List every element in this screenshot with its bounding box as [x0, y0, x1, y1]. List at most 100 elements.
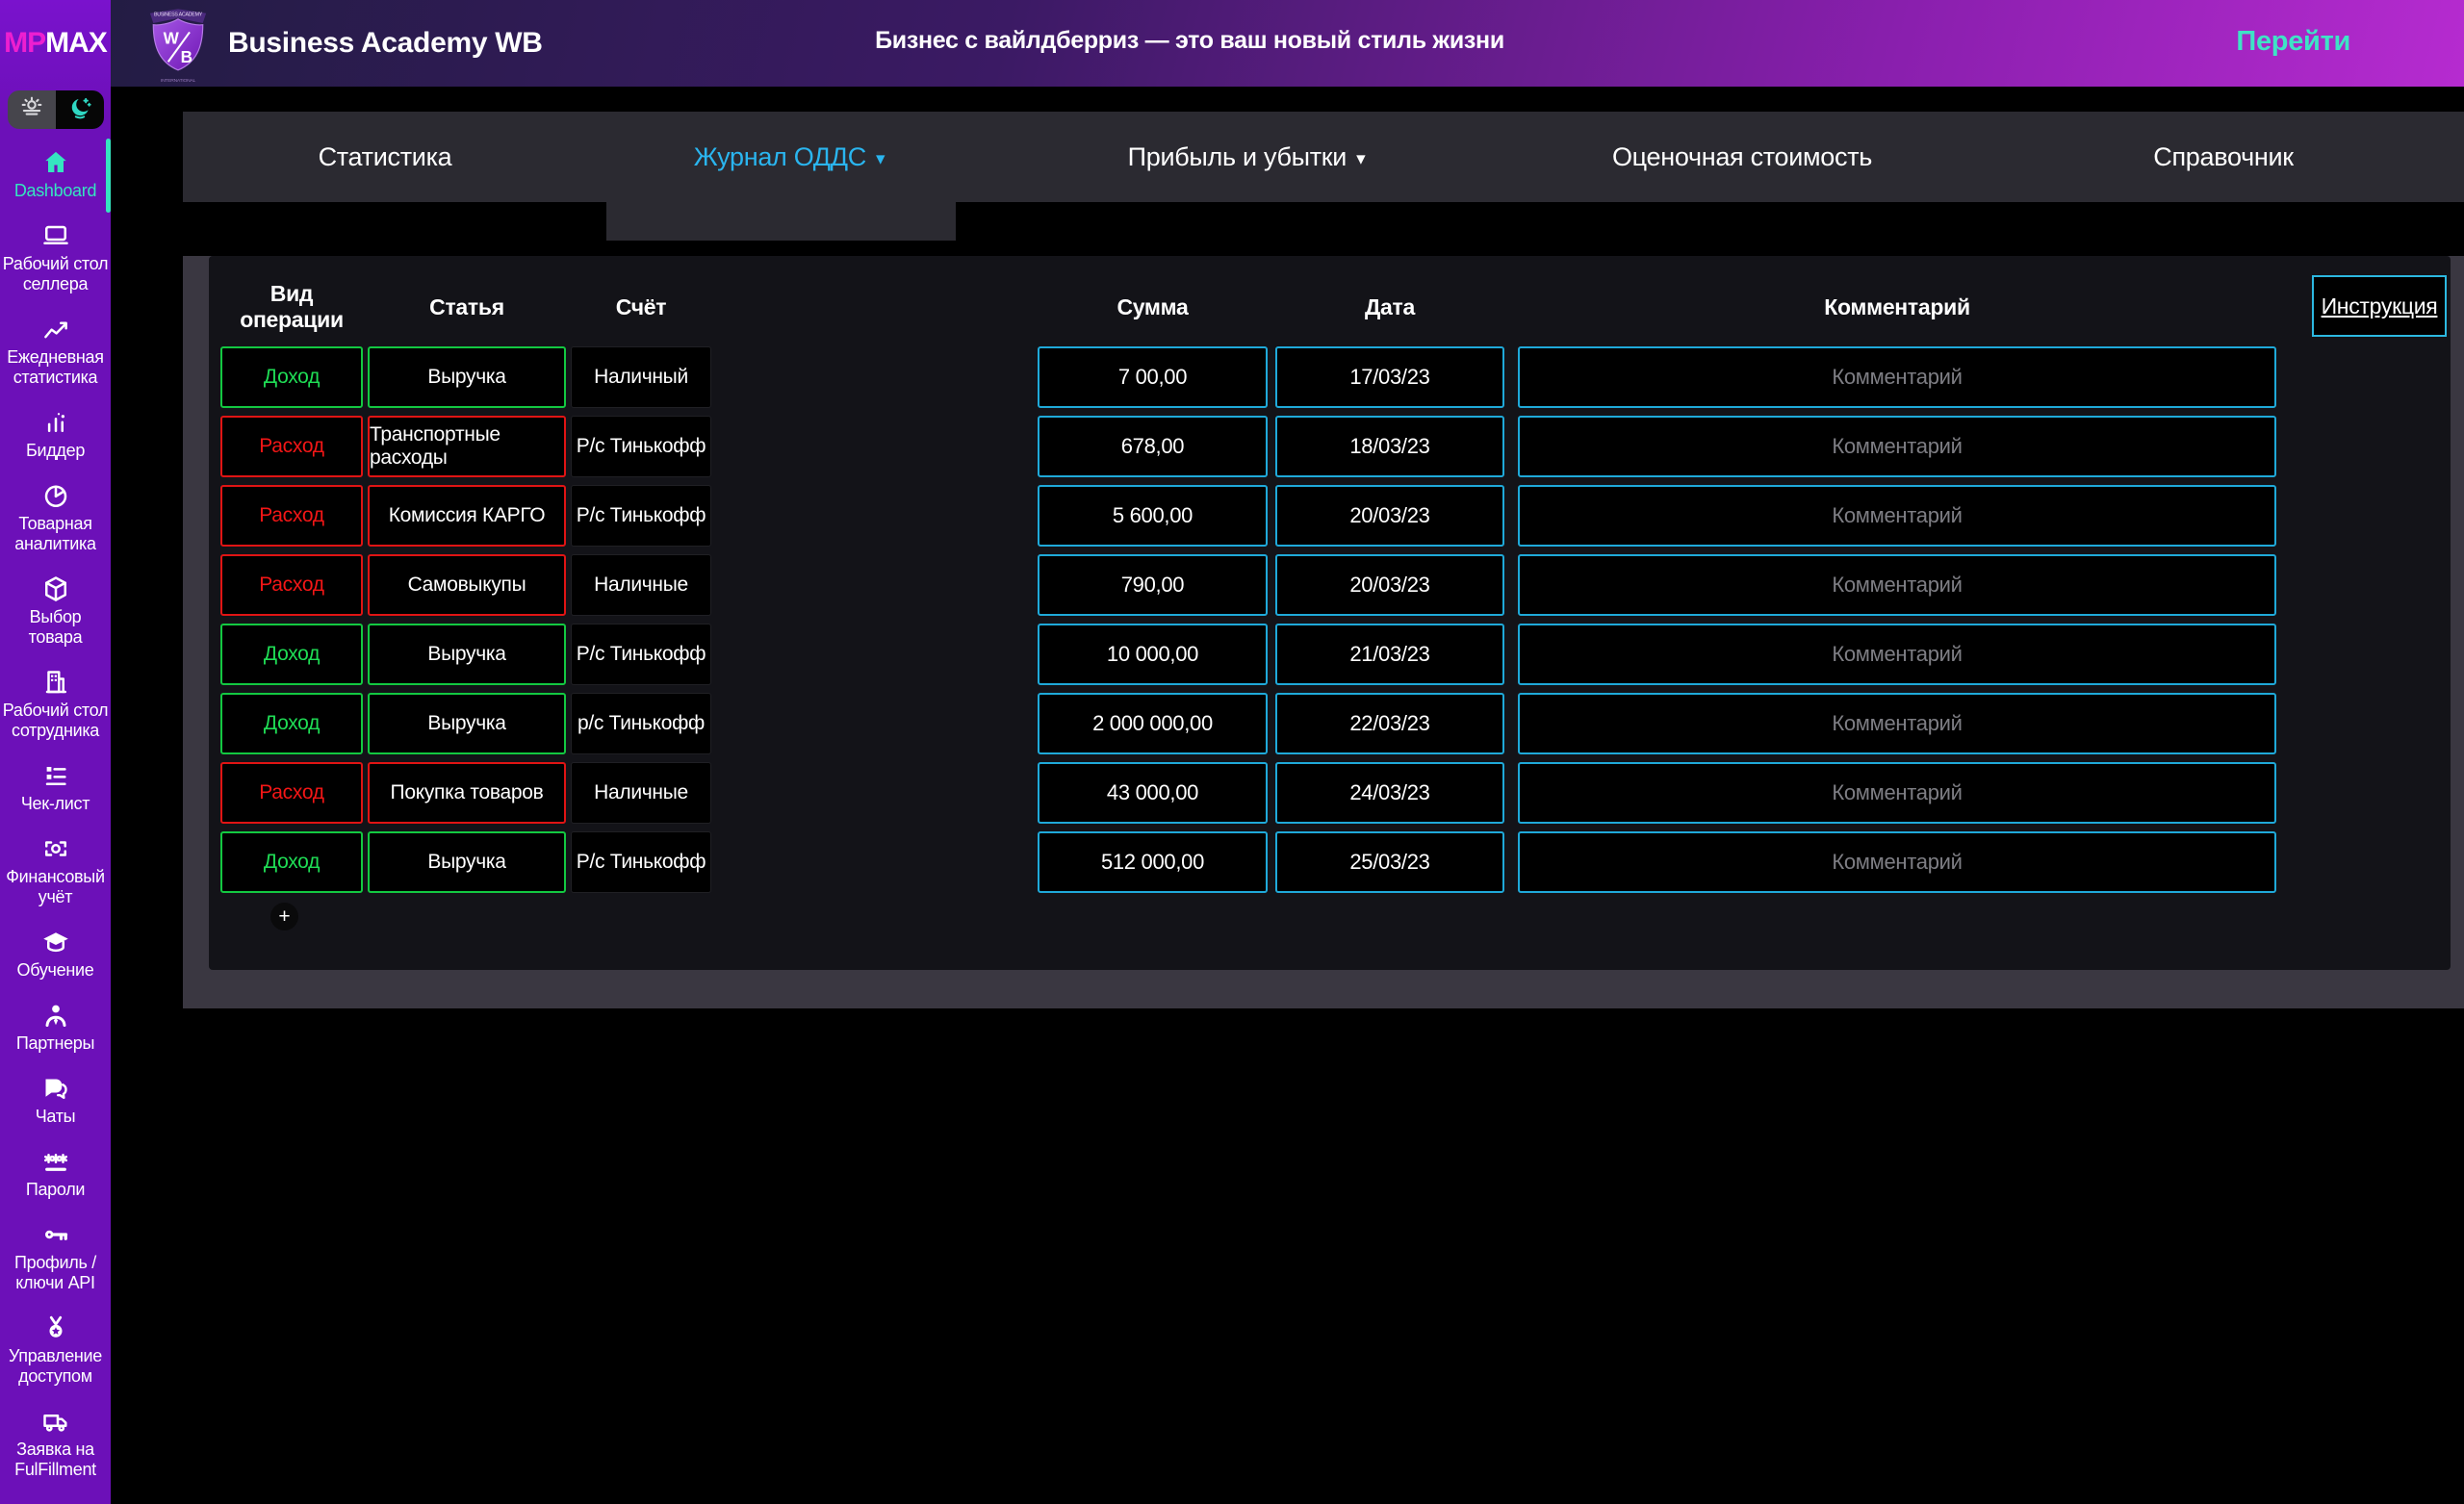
operation-type-cell[interactable]: Доход [220, 346, 363, 408]
operation-type-cell[interactable]: Расход [220, 762, 363, 824]
sidebar-item-label: Ежедневная статистика [2, 347, 110, 388]
operation-type-cell[interactable]: Доход [220, 624, 363, 685]
sidebar-item-product-selection[interactable]: Выбор товара [0, 574, 111, 648]
sum-cell[interactable]: 790,00 [1038, 554, 1268, 616]
account-cell[interactable]: Наличные [571, 554, 711, 616]
checklist-icon [41, 761, 70, 790]
article-cell[interactable]: Комиссия КАРГО [368, 485, 566, 547]
account-cell[interactable]: Р/с Тинькофф [571, 831, 711, 893]
column-header-date: Дата [1275, 294, 1504, 320]
article-cell[interactable]: Самовыкупы [368, 554, 566, 616]
sum-cell[interactable]: 43 000,00 [1038, 762, 1268, 824]
light-theme-button[interactable] [8, 90, 56, 129]
date-cell[interactable]: 21/03/23 [1275, 624, 1504, 685]
date-cell[interactable]: 24/03/23 [1275, 762, 1504, 824]
sidebar-item-dashboard[interactable]: Dashboard [0, 148, 111, 201]
operation-type-cell[interactable]: Расход [220, 485, 363, 547]
header-slogan: Бизнес с вайлдберриз — это ваш новый сти… [757, 27, 1623, 55]
sidebar-item-access-control[interactable]: Управление доступом [0, 1313, 111, 1387]
column-header-comment: Комментарий [1518, 294, 2276, 320]
dark-theme-button[interactable] [56, 90, 104, 129]
add-row-button[interactable]: + [270, 903, 298, 930]
app-title: Business Academy WB [228, 27, 543, 60]
shield-w-letter: W [164, 28, 180, 47]
sidebar-nav: Dashboard Рабочий стол селлера Ежедневная … [0, 142, 111, 1480]
sidebar-item-checklist[interactable]: Чек-лист [0, 761, 111, 814]
sidebar-item-chats[interactable]: Чаты [0, 1074, 111, 1127]
sidebar-item-passwords[interactable]: Пароли [0, 1147, 111, 1200]
article-cell[interactable]: Покупка товаров [368, 762, 566, 824]
operation-type-cell[interactable]: Доход [220, 693, 363, 754]
comment-input[interactable] [1539, 849, 2255, 876]
sun-icon [18, 94, 45, 126]
table-row: РасходТранспортные расходыР/с Тинькофф 67… [220, 416, 2451, 477]
operation-type-cell[interactable]: Доход [220, 831, 363, 893]
comment-input[interactable] [1539, 641, 2255, 668]
article-cell[interactable]: Выручка [368, 346, 566, 408]
comment-input[interactable] [1539, 364, 2255, 391]
comment-input[interactable] [1539, 502, 2255, 529]
account-cell[interactable]: Наличные [571, 762, 711, 824]
sidebar-item-employee-desk[interactable]: Рабочий стол сотрудника [0, 668, 111, 741]
date-cell[interactable]: 22/03/23 [1275, 693, 1504, 754]
comment-cell[interactable] [1518, 554, 2276, 616]
sidebar-item-partners[interactable]: Партнеры [0, 1001, 111, 1054]
tab-valuation[interactable]: Оценочная стоимость [1502, 112, 1983, 202]
comment-cell[interactable] [1518, 624, 2276, 685]
account-cell[interactable]: Наличный [571, 346, 711, 408]
sidebar-item-finance[interactable]: Финансовый учёт [0, 834, 111, 907]
tab-profit-loss[interactable]: Прибыль и убытки▾ [991, 112, 1502, 202]
sum-cell[interactable]: 5 600,00 [1038, 485, 1268, 547]
operation-type-cell[interactable]: Расход [220, 554, 363, 616]
sidebar-item-seller-desk[interactable]: Рабочий стол селлера [0, 221, 111, 294]
sidebar-item-profile-api[interactable]: Профиль / ключи API [0, 1220, 111, 1293]
tab-label: Журнал ОДДС [694, 142, 866, 172]
line-chart-icon [41, 315, 70, 344]
sidebar: MPMAX DashboardРабочий стол селлераЕжедн… [0, 0, 111, 1504]
sidebar-item-education[interactable]: Обучение [0, 928, 111, 981]
sum-cell[interactable]: 512 000,00 [1038, 831, 1268, 893]
sum-cell[interactable]: 7 00,00 [1038, 346, 1268, 408]
date-cell[interactable]: 20/03/23 [1275, 554, 1504, 616]
password-icon [41, 1147, 70, 1176]
date-cell[interactable]: 17/03/23 [1275, 346, 1504, 408]
comment-cell[interactable] [1518, 693, 2276, 754]
tab-statistics[interactable]: Статистика [183, 112, 587, 202]
account-cell[interactable]: Р/с Тинькофф [571, 624, 711, 685]
tab-odds-journal[interactable]: Журнал ОДДС▾ [587, 112, 991, 202]
comment-cell[interactable] [1518, 416, 2276, 477]
comment-cell[interactable] [1518, 831, 2276, 893]
account-cell[interactable]: Р/с Тинькофф [571, 485, 711, 547]
operation-type-cell[interactable]: Расход [220, 416, 363, 477]
sidebar-item-product-analytics[interactable]: Товарная аналитика [0, 481, 111, 554]
article-cell[interactable]: Выручка [368, 831, 566, 893]
building-icon [41, 668, 70, 697]
comment-input[interactable] [1539, 779, 2255, 806]
comment-input[interactable] [1539, 710, 2255, 737]
graduation-icon [41, 928, 70, 956]
article-cell[interactable]: Транспортные расходы [368, 416, 566, 477]
account-cell[interactable]: Р/с Тинькофф [571, 416, 711, 477]
date-cell[interactable]: 18/03/23 [1275, 416, 1504, 477]
sidebar-item-bidder[interactable]: Биддер [0, 408, 111, 461]
article-cell[interactable]: Выручка [368, 624, 566, 685]
go-button[interactable]: Перейти [2230, 25, 2356, 59]
comment-input[interactable] [1539, 572, 2255, 599]
sum-cell[interactable]: 678,00 [1038, 416, 1268, 477]
sum-cell[interactable]: 2 000 000,00 [1038, 693, 1268, 754]
instruction-button[interactable]: Инструкция [2312, 275, 2447, 337]
comment-input[interactable] [1539, 433, 2255, 460]
tab-reference[interactable]: Справочник [1983, 112, 2464, 202]
sum-cell[interactable]: 10 000,00 [1038, 624, 1268, 685]
article-cell[interactable]: Выручка [368, 693, 566, 754]
date-cell[interactable]: 25/03/23 [1275, 831, 1504, 893]
comment-cell[interactable] [1518, 346, 2276, 408]
sidebar-item-fulfillment[interactable]: Заявка на FulFillment [0, 1407, 111, 1480]
table-row: ДоходВыручкаР/с Тинькофф 10 000,0021/03/2… [220, 624, 2451, 685]
column-header-article: Статья [368, 294, 566, 320]
account-cell[interactable]: р/с Тинькофф [571, 693, 711, 754]
sidebar-item-daily-stats[interactable]: Ежедневная статистика [0, 315, 111, 388]
comment-cell[interactable] [1518, 485, 2276, 547]
date-cell[interactable]: 20/03/23 [1275, 485, 1504, 547]
comment-cell[interactable] [1518, 762, 2276, 824]
